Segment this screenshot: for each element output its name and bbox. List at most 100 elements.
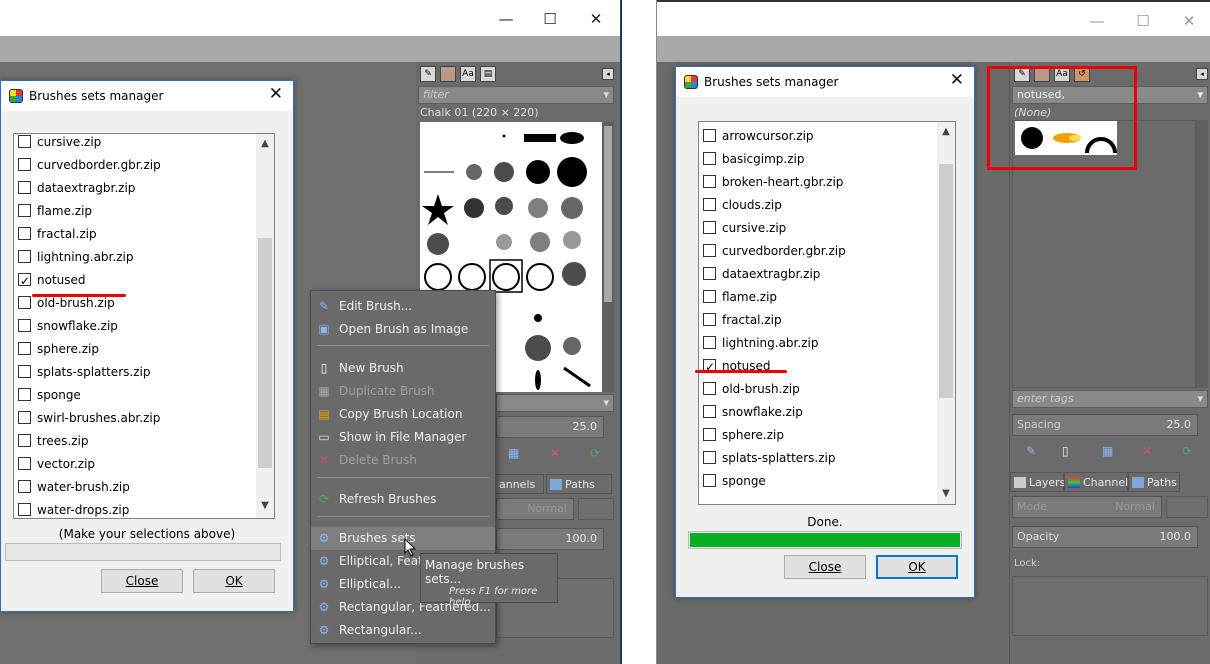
- list-item[interactable]: sphere.zip: [18, 339, 99, 359]
- list-scrollbar[interactable]: ▲ ▼: [256, 134, 274, 518]
- close-icon[interactable]: ✕: [1175, 10, 1203, 32]
- document-tab-icon[interactable]: ▤: [480, 66, 496, 82]
- maximize-icon[interactable]: ☐: [536, 8, 564, 30]
- mode-dropdown[interactable]: Mode Normal: [1012, 496, 1162, 518]
- list-item[interactable]: arrowcursor.zip: [703, 126, 814, 146]
- manage-brushes-sets-item[interactable]: Manage brushes sets...: [425, 558, 557, 586]
- checkbox[interactable]: [18, 342, 31, 355]
- tab-layers[interactable]: Layers: [1010, 472, 1065, 492]
- menu-item[interactable]: ▭ Show in File Manager: [311, 426, 495, 449]
- scroll-down-icon[interactable]: ▼: [256, 500, 274, 511]
- checkbox[interactable]: [18, 204, 31, 217]
- checkbox[interactable]: [18, 365, 31, 378]
- tab-channels[interactable]: Channels: [1064, 472, 1134, 492]
- checkbox[interactable]: [18, 227, 31, 240]
- checkbox[interactable]: [18, 411, 31, 424]
- checkbox[interactable]: [703, 290, 716, 303]
- list-item[interactable]: notused: [703, 356, 771, 377]
- checkbox[interactable]: [18, 388, 31, 401]
- spacing-field[interactable]: 25.0: [496, 416, 604, 438]
- brush-tab-icon[interactable]: ✎: [420, 66, 436, 82]
- duplicate-brush-icon[interactable]: ▦: [1102, 444, 1113, 458]
- minimize-icon[interactable]: —: [1083, 10, 1111, 32]
- filter-input[interactable]: filter ▾: [418, 86, 614, 104]
- list-item[interactable]: lightning.abr.zip: [18, 247, 133, 267]
- ok-button[interactable]: OK: [876, 555, 958, 579]
- checkbox[interactable]: [18, 271, 31, 291]
- close-button[interactable]: Close: [784, 555, 866, 579]
- checkbox[interactable]: [18, 181, 31, 194]
- edit-brush-icon[interactable]: ✎: [1026, 444, 1036, 458]
- list-scrollbar[interactable]: ▲ ▼: [937, 122, 955, 504]
- brush-grid-scrollbar[interactable]: [1196, 120, 1208, 388]
- checkbox[interactable]: [18, 503, 31, 516]
- checkbox[interactable]: [703, 152, 716, 165]
- checkbox[interactable]: [18, 296, 31, 309]
- brush-sets-list[interactable]: arrowcursor.zip basicgimp.zip broken-heart…: [698, 121, 956, 505]
- scroll-down-icon[interactable]: ▼: [937, 488, 955, 499]
- menu-item[interactable]: ✎ Edit Brush...: [311, 295, 495, 318]
- opacity-field[interactable]: Opacity 100.0: [1012, 526, 1198, 548]
- dock-menu-icon[interactable]: ◂: [1196, 68, 1208, 80]
- menu-item[interactable]: ⚙ Brushes sets: [311, 527, 495, 550]
- new-brush-icon[interactable]: ▯: [1062, 444, 1069, 458]
- mode-switch-icon[interactable]: [578, 498, 614, 520]
- list-item[interactable]: curvedborder.gbr.zip: [18, 155, 161, 175]
- list-item[interactable]: cursive.zip: [18, 134, 101, 152]
- checkbox[interactable]: [703, 474, 716, 487]
- list-item[interactable]: broken-heart.gbr.zip: [703, 172, 843, 192]
- checkbox[interactable]: [703, 221, 716, 234]
- checkbox[interactable]: [703, 129, 716, 142]
- maximize-icon[interactable]: ☐: [1129, 10, 1157, 32]
- list-item[interactable]: sphere.zip: [703, 425, 784, 445]
- list-item[interactable]: notused: [18, 270, 86, 291]
- brush-sets-list[interactable]: cursive.zip curvedborder.gbr.zip dataextra…: [13, 133, 275, 519]
- checkbox[interactable]: [18, 434, 31, 447]
- menu-item[interactable]: ▯ New Brush: [311, 357, 495, 380]
- checkbox[interactable]: [703, 428, 716, 441]
- checkbox[interactable]: [18, 250, 31, 263]
- scroll-up-icon[interactable]: ▲: [256, 138, 274, 149]
- list-item[interactable]: dataextragbr.zip: [18, 178, 135, 198]
- delete-brush-icon[interactable]: ✕: [550, 446, 560, 460]
- refresh-brush-icon[interactable]: ⟳: [590, 446, 600, 460]
- opacity-field[interactable]: 100.0: [496, 528, 604, 550]
- menu-item[interactable]: ⚙ Rectangular...: [311, 619, 495, 642]
- list-item[interactable]: clouds.zip: [703, 195, 782, 215]
- list-item[interactable]: fractal.zip: [18, 224, 97, 244]
- close-button[interactable]: Close: [101, 569, 183, 593]
- list-item[interactable]: sponge: [703, 471, 766, 491]
- dialog-close-icon[interactable]: ✕: [950, 70, 964, 90]
- dock-menu-icon[interactable]: ◂: [602, 68, 614, 80]
- tab-paths[interactable]: Paths: [546, 474, 612, 494]
- list-item[interactable]: sponge: [18, 385, 81, 405]
- duplicate-brush-icon[interactable]: ▦: [508, 446, 519, 460]
- mode-dropdown[interactable]: Normal: [496, 498, 574, 520]
- layers-list[interactable]: [1012, 576, 1208, 636]
- spacing-field[interactable]: Spacing 25.0: [1012, 414, 1198, 436]
- list-item[interactable]: snowflake.zip: [18, 316, 118, 336]
- list-item[interactable]: lightning.abr.zip: [703, 333, 818, 353]
- list-item[interactable]: old-brush.zip: [703, 379, 800, 399]
- checkbox[interactable]: [18, 480, 31, 493]
- brush-grid-scrollbar[interactable]: [602, 122, 614, 392]
- checkbox[interactable]: [703, 405, 716, 418]
- list-item[interactable]: flame.zip: [18, 201, 92, 221]
- menu-item[interactable]: ⟳ Refresh Brushes: [311, 488, 495, 511]
- list-item[interactable]: swirl-brushes.abr.zip: [18, 408, 160, 428]
- checkbox[interactable]: [18, 319, 31, 332]
- list-item[interactable]: basicgimp.zip: [703, 149, 804, 169]
- mode-switch-icon[interactable]: [1166, 496, 1208, 518]
- dialog-close-icon[interactable]: ✕: [269, 84, 283, 104]
- checkbox[interactable]: [703, 244, 716, 257]
- list-item[interactable]: fractal.zip: [703, 310, 782, 330]
- list-item[interactable]: splats-splatters.zip: [703, 448, 835, 468]
- tag-dropdown[interactable]: ▾: [496, 394, 614, 412]
- list-item[interactable]: curvedborder.gbr.zip: [703, 241, 846, 261]
- checkbox[interactable]: [18, 135, 31, 148]
- menu-item[interactable]: ▤ Copy Brush Location: [311, 403, 495, 426]
- pattern-tab-icon[interactable]: [440, 66, 456, 82]
- checkbox[interactable]: [703, 267, 716, 280]
- list-item[interactable]: trees.zip: [18, 431, 88, 451]
- checkbox[interactable]: [703, 336, 716, 349]
